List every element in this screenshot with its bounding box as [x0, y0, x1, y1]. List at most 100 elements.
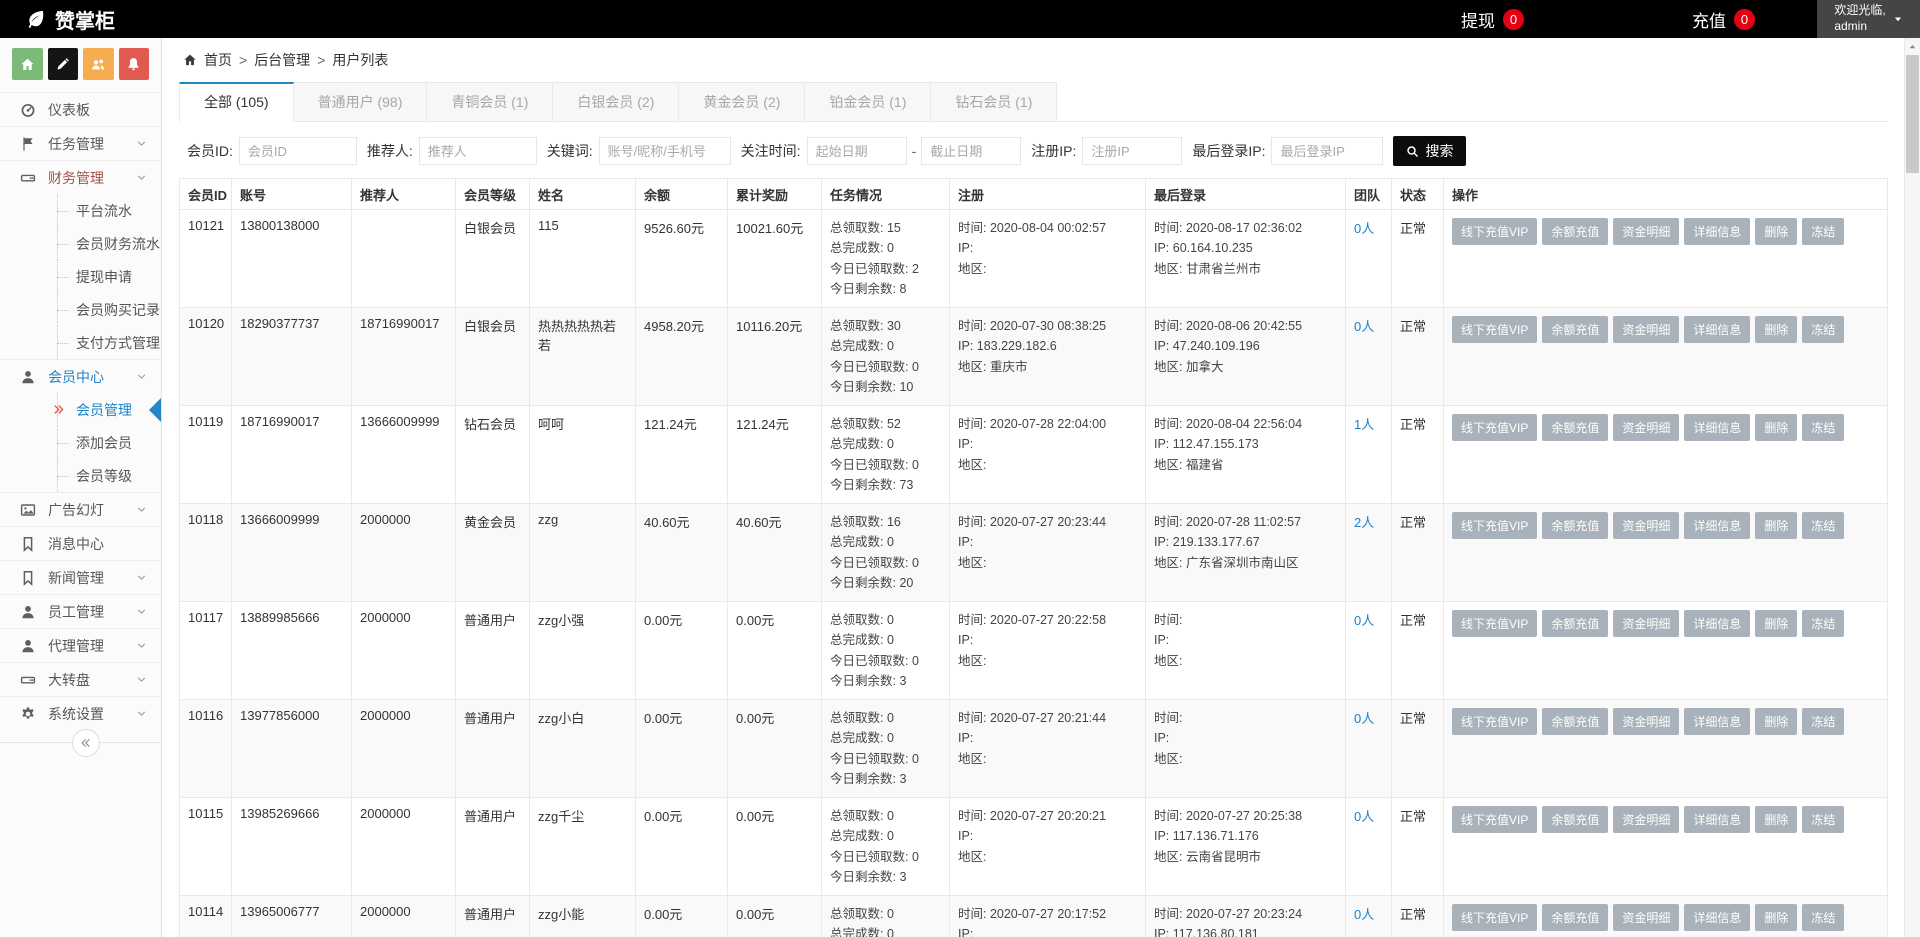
balance-recharge-button[interactable]: 余额充值 — [1542, 414, 1608, 441]
detail-info-button[interactable]: 详细信息 — [1684, 414, 1750, 441]
team-link[interactable]: 1人 — [1354, 417, 1374, 432]
follow-time-input[interactable] — [807, 137, 907, 165]
register-ip-input[interactable] — [1082, 137, 1182, 165]
last-login-ip-input[interactable] — [1271, 137, 1383, 165]
sidebar-item-仪表板[interactable]: 仪表板 — [0, 92, 161, 126]
freeze-button[interactable]: 冻结 — [1802, 316, 1844, 343]
sidebar-subitem-提现申请[interactable]: 提现申请 — [0, 260, 161, 293]
sidebar-item-广告幻灯[interactable]: 广告幻灯 — [0, 492, 161, 526]
team-link[interactable]: 0人 — [1354, 221, 1374, 236]
sidebar-subitem-会员购买记录[interactable]: 会员购买记录 — [0, 293, 161, 326]
offline-vip-recharge-button[interactable]: 线下充值VIP — [1452, 708, 1537, 735]
delete-button[interactable]: 删除 — [1755, 512, 1797, 539]
freeze-button[interactable]: 冻结 — [1802, 806, 1844, 833]
sidebar-item-员工管理[interactable]: 员工管理 — [0, 594, 161, 628]
keyword-input[interactable] — [599, 137, 731, 165]
delete-button[interactable]: 删除 — [1755, 316, 1797, 343]
team-link[interactable]: 0人 — [1354, 613, 1374, 628]
offline-vip-recharge-button[interactable]: 线下充值VIP — [1452, 218, 1537, 245]
team-link[interactable]: 0人 — [1354, 319, 1374, 334]
freeze-button[interactable]: 冻结 — [1802, 610, 1844, 637]
scrollbar-thumb[interactable] — [1906, 55, 1919, 173]
funds-detail-button[interactable]: 资金明细 — [1613, 610, 1679, 637]
detail-info-button[interactable]: 详细信息 — [1684, 904, 1750, 931]
sidebar-subitem-平台流水[interactable]: 平台流水 — [0, 194, 161, 227]
offline-vip-recharge-button[interactable]: 线下充值VIP — [1452, 316, 1537, 343]
user-menu[interactable]: 欢迎光临, admin — [1817, 0, 1920, 38]
detail-info-button[interactable]: 详细信息 — [1684, 708, 1750, 735]
delete-button[interactable]: 删除 — [1755, 414, 1797, 441]
sidebar-subitem-会员财务流水[interactable]: 会员财务流水 — [0, 227, 161, 260]
team-link[interactable]: 0人 — [1354, 711, 1374, 726]
quick-pencil-button[interactable] — [48, 48, 79, 80]
sidebar-item-大转盘[interactable]: 大转盘 — [0, 662, 161, 696]
sidebar-item-会员中心[interactable]: 会员中心 — [0, 359, 161, 393]
recharge-link[interactable]: 充值 0 — [1692, 7, 1755, 32]
sidebar-item-新闻管理[interactable]: 新闻管理 — [0, 560, 161, 594]
detail-info-button[interactable]: 详细信息 — [1684, 610, 1750, 637]
freeze-button[interactable]: 冻结 — [1802, 708, 1844, 735]
freeze-button[interactable]: 冻结 — [1802, 218, 1844, 245]
funds-detail-button[interactable]: 资金明细 — [1613, 414, 1679, 441]
freeze-button[interactable]: 冻结 — [1802, 512, 1844, 539]
tab-黄金会员[interactable]: 黄金会员 (2) — [679, 82, 805, 122]
sidebar-collapse-button[interactable] — [72, 729, 100, 757]
offline-vip-recharge-button[interactable]: 线下充值VIP — [1452, 414, 1537, 441]
delete-button[interactable]: 删除 — [1755, 708, 1797, 735]
sidebar-item-财务管理[interactable]: 财务管理 — [0, 160, 161, 194]
balance-recharge-button[interactable]: 余额充值 — [1542, 904, 1608, 931]
tab-铂金会员[interactable]: 铂金会员 (1) — [805, 82, 931, 122]
sidebar-subitem-会员等级[interactable]: 会员等级 — [0, 459, 161, 492]
funds-detail-button[interactable]: 资金明细 — [1613, 316, 1679, 343]
tab-全部[interactable]: 全部 (105) — [179, 82, 294, 122]
funds-detail-button[interactable]: 资金明细 — [1613, 708, 1679, 735]
team-link[interactable]: 2人 — [1354, 515, 1374, 530]
quick-users-button[interactable] — [83, 48, 114, 80]
tab-钻石会员[interactable]: 钻石会员 (1) — [931, 82, 1057, 122]
sidebar-item-系统设置[interactable]: 系统设置 — [0, 696, 161, 730]
referrer-input[interactable] — [419, 137, 537, 165]
balance-recharge-button[interactable]: 余额充值 — [1542, 316, 1608, 343]
sidebar-item-任务管理[interactable]: 任务管理 — [0, 126, 161, 160]
sidebar-item-代理管理[interactable]: 代理管理 — [0, 628, 161, 662]
sidebar-subitem-支付方式管理[interactable]: 支付方式管理 — [0, 326, 161, 359]
follow-time-end-input[interactable] — [921, 137, 1021, 165]
balance-recharge-button[interactable]: 余额充值 — [1542, 610, 1608, 637]
offline-vip-recharge-button[interactable]: 线下充值VIP — [1452, 610, 1537, 637]
balance-recharge-button[interactable]: 余额充值 — [1542, 512, 1608, 539]
detail-info-button[interactable]: 详细信息 — [1684, 806, 1750, 833]
freeze-button[interactable]: 冻结 — [1802, 904, 1844, 931]
scrollbar-up-button[interactable] — [1905, 38, 1920, 54]
balance-recharge-button[interactable]: 余额充值 — [1542, 708, 1608, 735]
balance-recharge-button[interactable]: 余额充值 — [1542, 218, 1608, 245]
quick-bell-button[interactable] — [119, 48, 150, 80]
search-button[interactable]: 搜索 — [1393, 136, 1466, 166]
brand-logo[interactable]: 赞掌柜 — [0, 5, 115, 34]
detail-info-button[interactable]: 详细信息 — [1684, 316, 1750, 343]
sidebar-item-消息中心[interactable]: 消息中心 — [0, 526, 161, 560]
detail-info-button[interactable]: 详细信息 — [1684, 512, 1750, 539]
delete-button[interactable]: 删除 — [1755, 904, 1797, 931]
offline-vip-recharge-button[interactable]: 线下充值VIP — [1452, 512, 1537, 539]
delete-button[interactable]: 删除 — [1755, 806, 1797, 833]
funds-detail-button[interactable]: 资金明细 — [1613, 904, 1679, 931]
funds-detail-button[interactable]: 资金明细 — [1613, 218, 1679, 245]
tab-普通用户[interactable]: 普通用户 (98) — [294, 82, 428, 122]
member-id-input[interactable] — [239, 137, 357, 165]
team-link[interactable]: 0人 — [1354, 907, 1374, 922]
freeze-button[interactable]: 冻结 — [1802, 414, 1844, 441]
sidebar-subitem-会员管理[interactable]: 会员管理 — [0, 393, 161, 426]
detail-info-button[interactable]: 详细信息 — [1684, 218, 1750, 245]
breadcrumb-后台管理[interactable]: 后台管理 — [254, 50, 310, 70]
quick-home-button[interactable] — [12, 48, 43, 80]
funds-detail-button[interactable]: 资金明细 — [1613, 806, 1679, 833]
tab-青铜会员[interactable]: 青铜会员 (1) — [427, 82, 553, 122]
delete-button[interactable]: 删除 — [1755, 218, 1797, 245]
offline-vip-recharge-button[interactable]: 线下充值VIP — [1452, 904, 1537, 931]
funds-detail-button[interactable]: 资金明细 — [1613, 512, 1679, 539]
withdraw-link[interactable]: 提现 0 — [1461, 7, 1524, 32]
breadcrumb-首页[interactable]: 首页 — [204, 50, 232, 70]
team-link[interactable]: 0人 — [1354, 809, 1374, 824]
vertical-scrollbar[interactable] — [1904, 38, 1920, 937]
offline-vip-recharge-button[interactable]: 线下充值VIP — [1452, 806, 1537, 833]
